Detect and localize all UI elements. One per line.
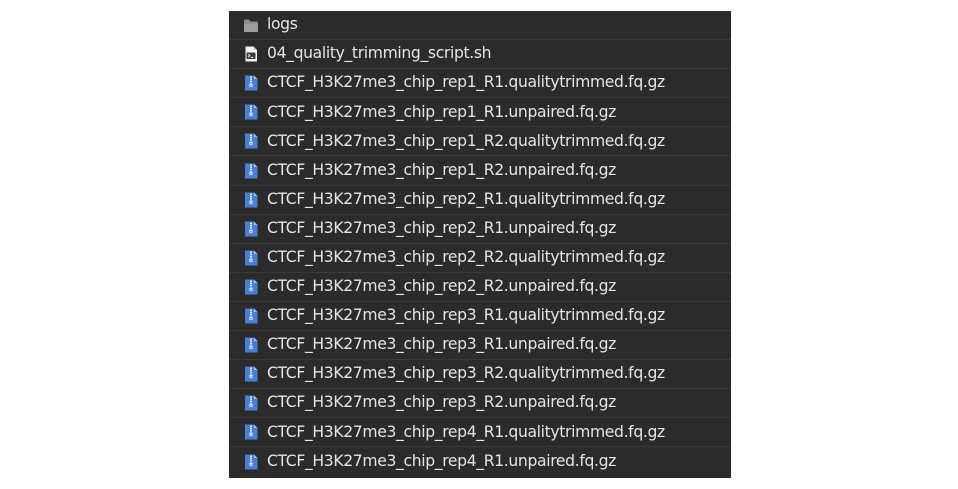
- script-file-icon: [243, 46, 259, 63]
- archive-file-icon: [243, 249, 259, 266]
- file-row[interactable]: CTCF_H3K27me3_chip_rep3_R2.unpaired.fq.g…: [229, 389, 731, 419]
- file-name: logs: [267, 15, 298, 34]
- file-row[interactable]: CTCF_H3K27me3_chip_rep4_R1.qualitytrimme…: [229, 418, 731, 448]
- file-row[interactable]: CTCF_H3K27me3_chip_rep3_R1.qualitytrimme…: [229, 302, 731, 332]
- folder-icon: [243, 17, 259, 34]
- archive-file-icon: [243, 104, 259, 121]
- archive-file-icon: [243, 307, 259, 324]
- file-name: CTCF_H3K27me3_chip_rep2_R2.qualitytrimme…: [267, 248, 665, 266]
- file-name: CTCF_H3K27me3_chip_rep1_R2.unpaired.fq.g…: [267, 160, 616, 179]
- archive-file-icon: [243, 453, 259, 470]
- archive-file-icon: [243, 395, 259, 412]
- file-name: CTCF_H3K27me3_chip_rep3_R1.qualitytrimme…: [267, 306, 665, 325]
- file-name: CTCF_H3K27me3_chip_rep1_R1.unpaired.fq.g…: [267, 102, 616, 121]
- file-name: CTCF_H3K27me3_chip_rep3_R2.qualitytrimme…: [267, 364, 665, 383]
- file-row[interactable]: CTCF_H3K27me3_chip_rep1_R2.unpaired.fq.g…: [229, 156, 731, 186]
- file-name: CTCF_H3K27me3_chip_rep4_R1.qualitytrimme…: [267, 422, 665, 441]
- file-list: logs 04_quality_trimming_script.sh CTCF_…: [229, 11, 731, 477]
- archive-file-icon: [243, 162, 259, 179]
- file-row[interactable]: CTCF_H3K27me3_chip_rep2_R2.unpaired.fq.g…: [229, 273, 731, 302]
- file-row[interactable]: CTCF_H3K27me3_chip_rep2_R2.qualitytrimme…: [229, 244, 731, 273]
- file-name: CTCF_H3K27me3_chip_rep1_R1.qualitytrimme…: [267, 73, 665, 92]
- file-row[interactable]: CTCF_H3K27me3_chip_rep3_R1.unpaired.fq.g…: [229, 331, 731, 361]
- file-name: CTCF_H3K27me3_chip_rep3_R1.unpaired.fq.g…: [267, 335, 616, 354]
- file-list-panel: logs 04_quality_trimming_script.sh CTCF_…: [229, 11, 731, 478]
- archive-file-icon: [243, 133, 259, 150]
- archive-file-icon: [243, 278, 259, 295]
- file-name: CTCF_H3K27me3_chip_rep4_R1.unpaired.fq.g…: [267, 452, 616, 471]
- archive-file-icon: [243, 220, 259, 237]
- file-row[interactable]: CTCF_H3K27me3_chip_rep1_R1.unpaired.fq.g…: [229, 98, 731, 128]
- file-row[interactable]: logs: [229, 11, 731, 41]
- archive-file-icon: [243, 366, 259, 383]
- archive-file-icon: [243, 75, 259, 92]
- file-row[interactable]: CTCF_H3K27me3_chip_rep3_R2.qualitytrimme…: [229, 360, 731, 390]
- file-name: CTCF_H3K27me3_chip_rep2_R2.unpaired.fq.g…: [267, 277, 616, 296]
- file-row[interactable]: CTCF_H3K27me3_chip_rep4_R1.unpaired.fq.g…: [229, 447, 731, 476]
- file-name: CTCF_H3K27me3_chip_rep2_R1.qualitytrimme…: [267, 189, 665, 208]
- file-row[interactable]: 04_quality_trimming_script.sh: [229, 40, 731, 70]
- archive-file-icon: [243, 424, 259, 441]
- archive-file-icon: [243, 337, 259, 354]
- file-name: CTCF_H3K27me3_chip_rep3_R2.unpaired.fq.g…: [267, 393, 616, 412]
- file-row[interactable]: CTCF_H3K27me3_chip_rep2_R1.qualitytrimme…: [229, 186, 731, 215]
- file-row[interactable]: CTCF_H3K27me3_chip_rep1_R2.qualitytrimme…: [229, 127, 731, 157]
- file-row[interactable]: CTCF_H3K27me3_chip_rep1_R1.qualitytrimme…: [229, 69, 731, 99]
- file-name: 04_quality_trimming_script.sh: [267, 44, 492, 63]
- archive-file-icon: [243, 191, 259, 208]
- file-row[interactable]: CTCF_H3K27me3_chip_rep2_R1.unpaired.fq.g…: [229, 215, 731, 244]
- file-name: CTCF_H3K27me3_chip_rep2_R1.unpaired.fq.g…: [267, 218, 616, 237]
- file-name: CTCF_H3K27me3_chip_rep1_R2.qualitytrimme…: [267, 131, 665, 150]
